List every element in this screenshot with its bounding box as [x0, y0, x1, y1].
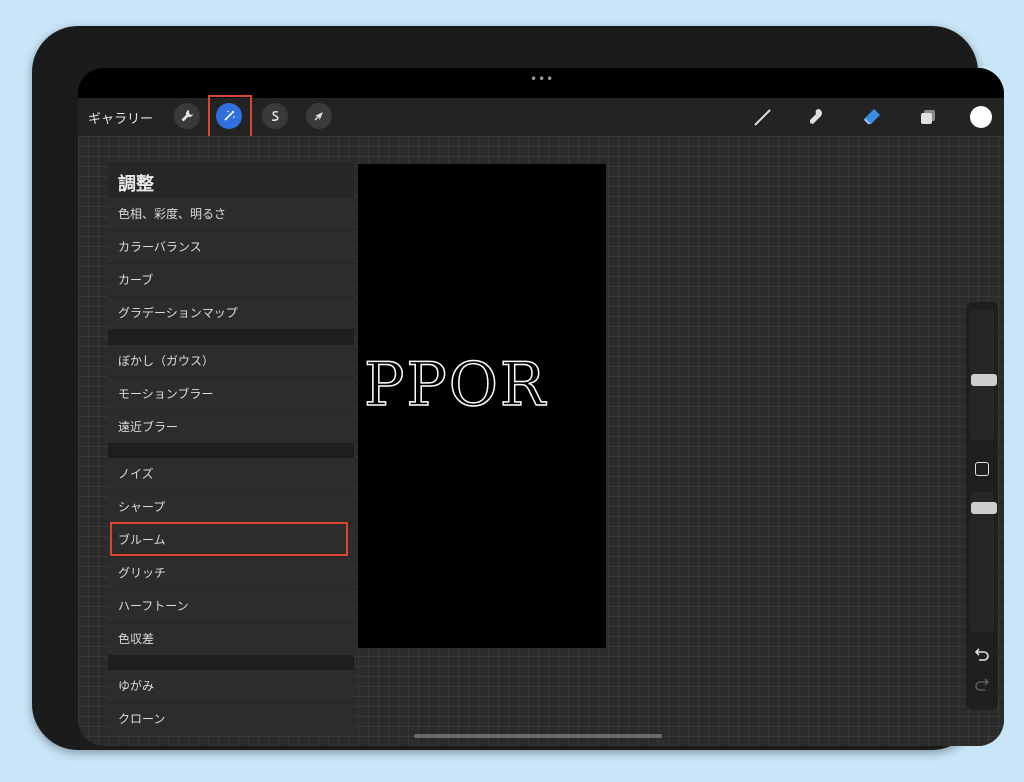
menu-item-hue-saturation[interactable]: 色相、彩度、明るさ — [108, 198, 354, 230]
artboard[interactable]: PPOR — [358, 164, 606, 648]
group-divider — [108, 443, 354, 459]
menu-item-curves[interactable]: カーブ — [108, 264, 354, 296]
menu-item-clone[interactable]: クローン — [108, 703, 354, 735]
menu-item-halftone[interactable]: ハーフトーン — [108, 590, 354, 622]
home-indicator[interactable] — [414, 734, 662, 738]
menu-item-perspective-blur[interactable]: 遠近ブラー — [108, 411, 354, 443]
redo-icon[interactable] — [974, 676, 990, 695]
menu-item-gradient-map[interactable]: グラデーションマップ — [108, 297, 354, 329]
adjustments-panel: 調整 色相、彩度、明るさ カラーバランス カーブ グラデーションマップ ぼかし（… — [108, 162, 354, 735]
gallery-button[interactable]: ギャラリー — [88, 108, 153, 127]
menu-item-glitch[interactable]: グリッチ — [108, 557, 354, 589]
right-sidebar — [966, 302, 998, 710]
brush-size-slider[interactable] — [970, 310, 997, 440]
adjustments-highlight-box — [208, 95, 252, 139]
arrow-cursor-icon[interactable] — [306, 103, 332, 129]
opacity-thumb[interactable] — [971, 502, 997, 514]
menu-item-motion-blur[interactable]: モーションブラー — [108, 378, 354, 410]
menu-item-noise[interactable]: ノイズ — [108, 458, 354, 490]
menu-item-color-balance[interactable]: カラーバランス — [108, 231, 354, 263]
brush-icon[interactable] — [748, 104, 776, 130]
canvas-area[interactable]: PPOR 調整 色相、彩度、明るさ カラーバランス カーブ グラデーションマップ… — [78, 136, 1004, 746]
layers-icon[interactable] — [914, 104, 942, 130]
wrench-icon[interactable] — [174, 103, 200, 129]
ipad-frame: ••• ギャラリー PPOR 調整 色相、彩度、明るさ カラーバランス カーブ … — [32, 26, 1004, 750]
eraser-icon[interactable] — [858, 104, 886, 130]
menu-item-sharpen[interactable]: シャープ — [108, 491, 354, 523]
undo-icon[interactable] — [974, 646, 990, 665]
brush-size-thumb[interactable] — [971, 374, 997, 386]
canvas-art-text: PPOR — [363, 349, 548, 421]
panel-title: 調整 — [118, 174, 154, 195]
menu-item-chromatic-aberration[interactable]: 色収差 — [108, 623, 354, 655]
procreate-screen: ••• ギャラリー PPOR 調整 色相、彩度、明るさ カラーバランス カーブ … — [78, 68, 1004, 746]
bloom-highlight-box — [110, 522, 348, 556]
color-circle-icon[interactable] — [970, 106, 992, 128]
group-divider — [108, 655, 354, 671]
menu-dots[interactable]: ••• — [530, 72, 554, 86]
smudge-icon[interactable] — [802, 104, 830, 130]
opacity-slider[interactable] — [970, 492, 997, 632]
menu-item-gaussian-blur[interactable]: ぼかし（ガウス） — [108, 345, 354, 377]
menu-item-liquify[interactable]: ゆがみ — [108, 670, 354, 702]
modify-button[interactable] — [975, 462, 989, 476]
top-toolbar: ギャラリー — [78, 95, 1004, 139]
s-selection-icon[interactable] — [262, 103, 288, 129]
group-divider — [108, 329, 354, 345]
